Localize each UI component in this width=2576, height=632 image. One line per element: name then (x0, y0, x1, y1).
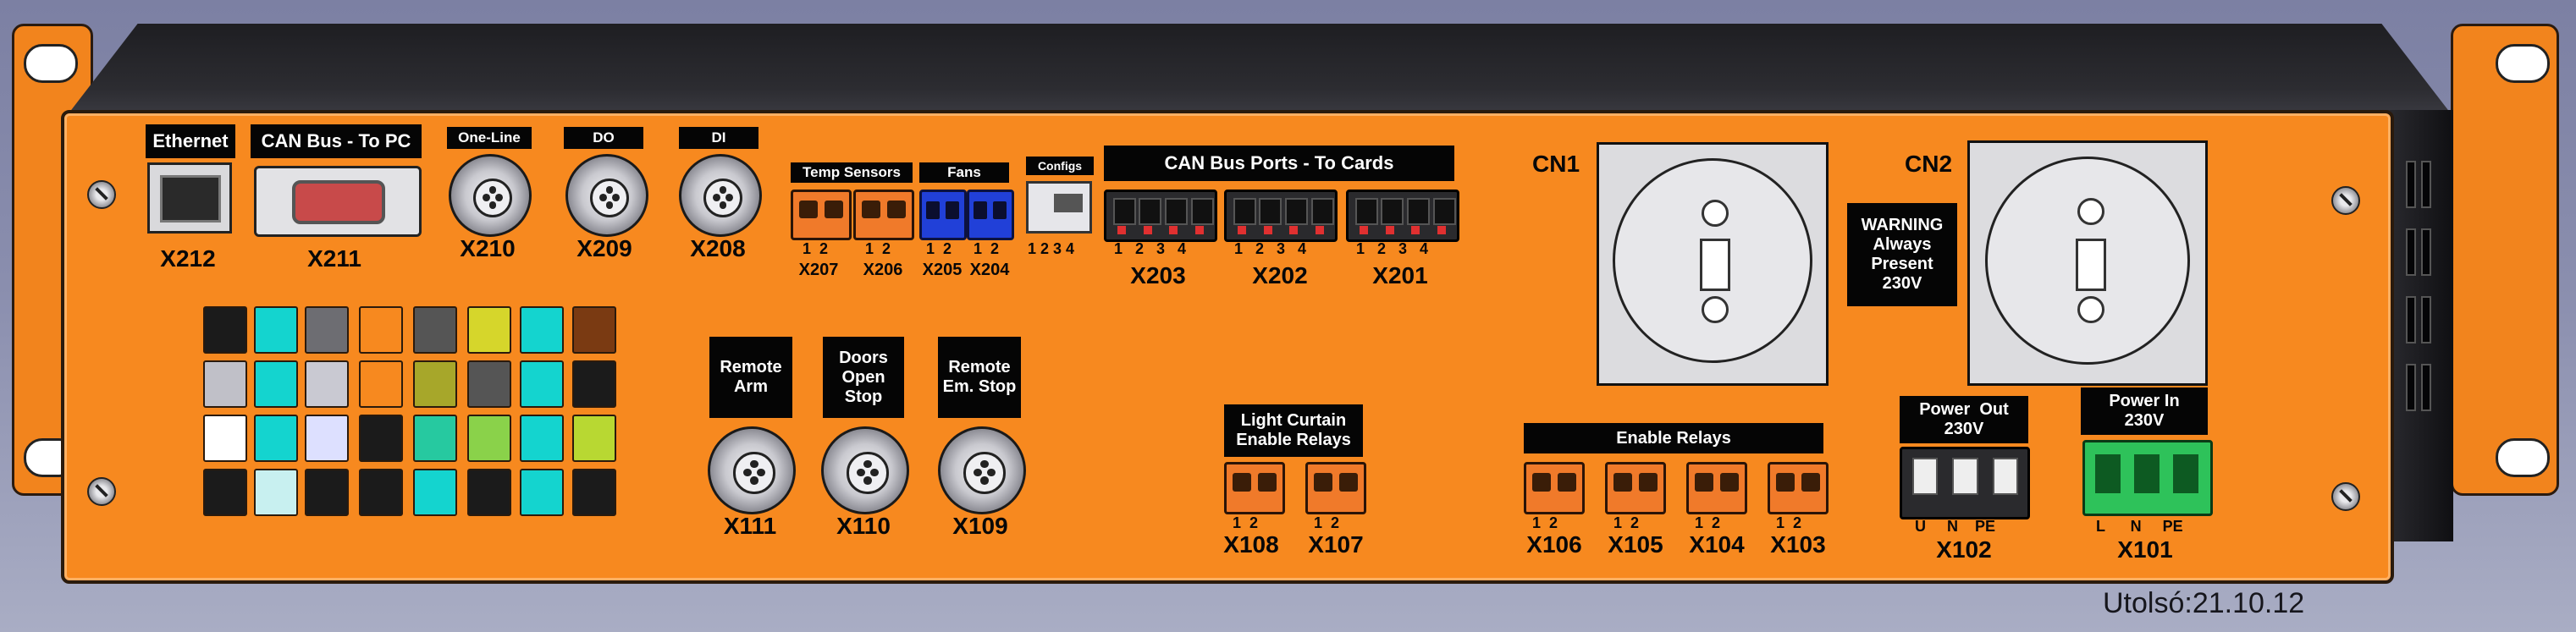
doors-open-stop-label: Doors Open Stop (823, 337, 904, 418)
warning-label: WARNING Always Present 230V (1847, 203, 1957, 306)
relay-terminal[interactable] (1768, 462, 1829, 514)
di-label: DI (679, 127, 758, 149)
db9-connector[interactable] (254, 166, 422, 237)
left-rack-slot-top (24, 44, 78, 83)
port-id: X210 (460, 235, 516, 261)
right-rack-slot-bottom (2496, 438, 2550, 477)
screw-icon (2331, 482, 2360, 511)
can-card-terminal[interactable] (1346, 190, 1459, 242)
remote-arm-label: Remote Arm (709, 337, 792, 418)
port-id: X212 (160, 245, 216, 272)
port-id: X208 (690, 235, 746, 261)
relay-terminal[interactable] (1305, 462, 1366, 514)
relay-terminal[interactable] (1224, 462, 1285, 514)
chassis-side (2387, 110, 2453, 541)
port-id: X203 (1130, 262, 1186, 289)
cn2-mains-socket[interactable] (1967, 140, 2208, 386)
circular-connector[interactable] (449, 154, 532, 237)
one-line-label: One-Line (447, 127, 532, 149)
light-curtain-label: Light Curtain Enable Relays (1224, 404, 1363, 457)
relay-terminal[interactable] (1524, 462, 1585, 514)
pin-numbers: 1 2 (865, 240, 891, 257)
port-id: X107 (1308, 531, 1364, 558)
relay-terminal[interactable] (1686, 462, 1747, 514)
circular-connector[interactable] (679, 154, 762, 237)
screw-icon (87, 180, 116, 209)
ethernet-port[interactable] (147, 162, 232, 234)
enable-relays-label: Enable Relays (1524, 423, 1823, 453)
pin-numbers: 1 2 (926, 240, 952, 257)
port-id: X101 (2117, 536, 2173, 563)
right-rack-slot-top (2496, 44, 2550, 83)
can-bus-pc-label: CAN Bus - To PC (251, 124, 422, 158)
relay-terminal[interactable] (1605, 462, 1666, 514)
cn2-label: CN2 (1905, 151, 1953, 177)
power-out-pins: U N PE (1915, 518, 1996, 535)
port-id: X110 (836, 513, 891, 539)
pin-numbers: 1 2 3 4 (1114, 240, 1187, 257)
remote-em-stop-label: Remote Em. Stop (938, 337, 1021, 418)
power-out-terminal[interactable] (1900, 447, 2030, 519)
circular-connector[interactable] (565, 154, 648, 237)
can-bus-cards-label: CAN Bus Ports - To Cards (1104, 146, 1454, 181)
chassis-top (66, 24, 2453, 117)
screw-icon (2331, 186, 2360, 215)
port-id: X111 (723, 513, 777, 539)
port-id: X206 (863, 261, 903, 279)
pin-numbers: 1 2 (1695, 514, 1721, 531)
temp-sensors-label: Temp Sensors (791, 162, 913, 183)
indicator-grid (203, 306, 621, 516)
port-id: X209 (576, 235, 632, 261)
port-id: X103 (1770, 531, 1826, 558)
power-in-label: Power In 230V (2081, 387, 2208, 435)
revision-date: Utolsó:21.10.12 (2103, 587, 2305, 619)
configs-label: Configs (1026, 157, 1094, 175)
power-out-label: Power Out 230V (1900, 396, 2028, 443)
pin-numbers: 1 2 (1233, 514, 1259, 531)
port-id: X207 (798, 261, 839, 279)
cn1-label: CN1 (1532, 151, 1580, 177)
circular-connector[interactable] (821, 426, 909, 514)
port-id: X211 (307, 245, 361, 272)
pin-numbers: 1 2 (1314, 514, 1340, 531)
circular-connector[interactable] (938, 426, 1026, 514)
circular-connector[interactable] (708, 426, 796, 514)
port-id: X109 (952, 513, 1008, 539)
power-in-pins: L N PE (2096, 518, 2183, 535)
pin-numbers: 1 2 (1532, 514, 1558, 531)
fan-terminal[interactable] (919, 190, 967, 240)
cn1-mains-socket[interactable] (1597, 142, 1829, 386)
port-id: X201 (1372, 262, 1428, 289)
temp-sensor-terminal[interactable] (791, 190, 852, 240)
pin-numbers: 1 2 (1776, 514, 1802, 531)
port-id: X204 (969, 261, 1010, 279)
port-id: X202 (1252, 262, 1308, 289)
do-label: DO (564, 127, 643, 149)
pin-numbers: 1 2 (803, 240, 829, 257)
ethernet-label: Ethernet (146, 124, 235, 158)
port-id: X108 (1223, 531, 1279, 558)
power-in-terminal[interactable] (2082, 440, 2213, 516)
port-id: X205 (922, 261, 963, 279)
can-card-terminal[interactable] (1224, 190, 1338, 242)
pin-numbers: 1 2 3 4 (1356, 240, 1429, 257)
temp-sensor-terminal[interactable] (853, 190, 914, 240)
can-card-terminal[interactable] (1104, 190, 1217, 242)
pin-numbers: 1 2 (974, 240, 1000, 257)
dip-switch[interactable] (1026, 181, 1092, 234)
port-id: X105 (1608, 531, 1663, 558)
fan-terminal[interactable] (967, 190, 1014, 240)
right-rack-ear (2451, 24, 2559, 496)
fans-label: Fans (919, 162, 1009, 183)
port-id: X104 (1689, 531, 1745, 558)
pin-numbers: 1 2 3 4 (1234, 240, 1307, 257)
screw-icon (87, 477, 116, 506)
pin-numbers: 1 2 (1613, 514, 1640, 531)
port-id: X102 (1936, 536, 1992, 563)
configs-pin-numbers: 1 2 3 4 (1028, 240, 1075, 257)
port-id: X106 (1526, 531, 1582, 558)
